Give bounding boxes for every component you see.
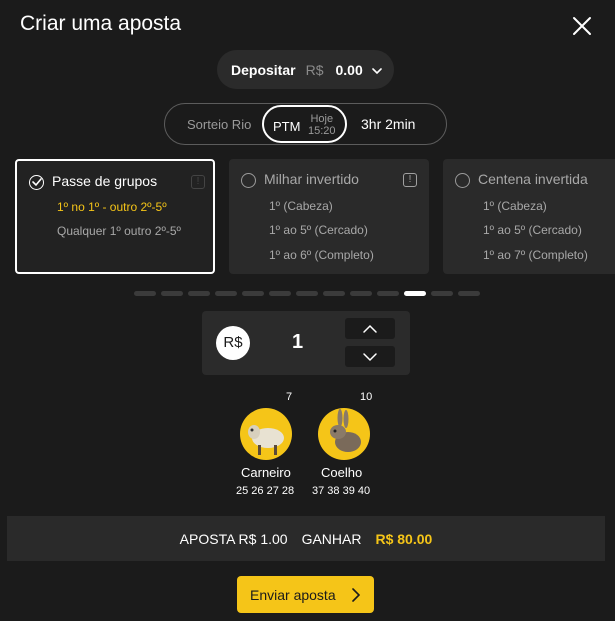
bet-amount-label: APOSTA R$ 1.00 [179,530,288,547]
win-amount: R$ 80.00 [375,530,433,547]
info-icon[interactable]: ! [191,175,205,189]
draw-selector: Sorteio Rio PTM Hoje 15:20 3hr 2min [164,103,447,145]
card-option[interactable]: 1º no 1º - outro 2º-5º [57,200,167,214]
sheep-icon [240,408,292,460]
draw-option-sorteio-rio[interactable]: Sorteio Rio [187,117,251,132]
page-title: Criar uma aposta [20,12,182,35]
win-label: GANHAR [301,530,362,547]
card-option[interactable]: 1º ao 6º (Completo) [269,248,374,262]
pagination-dot[interactable] [431,291,453,296]
animal-number: 7 [286,391,293,403]
pagination-dot[interactable] [350,291,372,296]
pagination-dot[interactable] [269,291,291,296]
card-option[interactable]: Qualquer 1º outro 2º-5º [57,224,181,238]
bet-type-card-passe-de-grupos[interactable]: Passe de grupos ! 1º no 1º - outro 2º-5º… [15,159,215,274]
animal-name: Coelho [321,465,363,480]
amount-value[interactable]: 1 [292,331,303,354]
pagination-dot[interactable] [161,291,183,296]
pagination-dot[interactable] [296,291,318,296]
animal-numbers: 37 38 39 40 [312,485,371,497]
card-option[interactable]: 1º (Cabeza) [269,199,333,213]
card-title: Milhar invertido [264,171,359,187]
deposit-amount: 0.00 [335,61,363,78]
close-icon[interactable] [570,14,594,38]
pagination-dot[interactable] [215,291,237,296]
draw-option-ptm-time: Hoje 15:20 [308,113,336,137]
pagination-dot[interactable] [323,291,345,296]
pagination-dot[interactable] [188,291,210,296]
pagination-dot[interactable] [458,291,480,296]
check-circle-icon [29,175,44,190]
pagination-dot[interactable] [242,291,264,296]
deposit-label: Depositar [231,61,296,78]
deposit-selector[interactable]: Depositar R$ 0.00 [217,50,394,89]
submit-bet-label: Enviar aposta [250,586,336,603]
info-icon[interactable]: ! [403,173,417,187]
card-option[interactable]: 1º ao 7º (Completo) [483,248,588,262]
draw-time-label: 15:20 [308,125,336,137]
deposit-currency: R$ [305,61,324,78]
card-option[interactable]: 1º (Cabeza) [483,199,547,213]
increment-button[interactable] [345,318,395,339]
bet-type-card-milhar-invertido[interactable]: Milhar invertido ! 1º (Cabeza) 1º ao 5º … [229,159,429,274]
radio-circle-icon [455,173,470,188]
chevron-down-icon [371,64,383,76]
draw-day-label: Hoje [310,113,334,125]
decrement-button[interactable] [345,346,395,367]
card-title: Passe de grupos [52,173,158,189]
radio-circle-icon [241,173,256,188]
bet-type-card-centena-invertida[interactable]: Centena invertida 1º (Cabeza) 1º ao 5º (… [443,159,615,274]
currency-coin-icon: R$ [216,326,250,360]
chevron-right-icon [352,588,360,602]
chevron-down-icon [363,352,377,361]
card-title: Centena invertida [478,171,588,187]
animal-name: Carneiro [241,465,291,480]
pagination-dot[interactable] [134,291,156,296]
draw-countdown: 3hr 2min [361,116,416,132]
rabbit-icon [318,408,370,460]
chevron-up-icon [363,324,377,333]
card-option[interactable]: 1º ao 5º (Cercado) [269,223,368,237]
carousel-pagination [134,291,480,296]
card-option[interactable]: 1º ao 5º (Cercado) [483,223,582,237]
animal-number: 10 [360,391,373,403]
submit-bet-button[interactable]: Enviar aposta [237,576,374,613]
draw-option-ptm[interactable]: PTM Hoje 15:20 [262,105,347,143]
bet-summary: APOSTA R$ 1.00 GANHAR R$ 80.00 [7,516,605,561]
amount-stepper: R$ 1 [202,311,410,375]
draw-option-ptm-label: PTM [273,119,301,134]
pagination-dot[interactable] [404,291,426,296]
pagination-dot[interactable] [377,291,399,296]
animal-numbers: 25 26 27 28 [236,485,295,497]
